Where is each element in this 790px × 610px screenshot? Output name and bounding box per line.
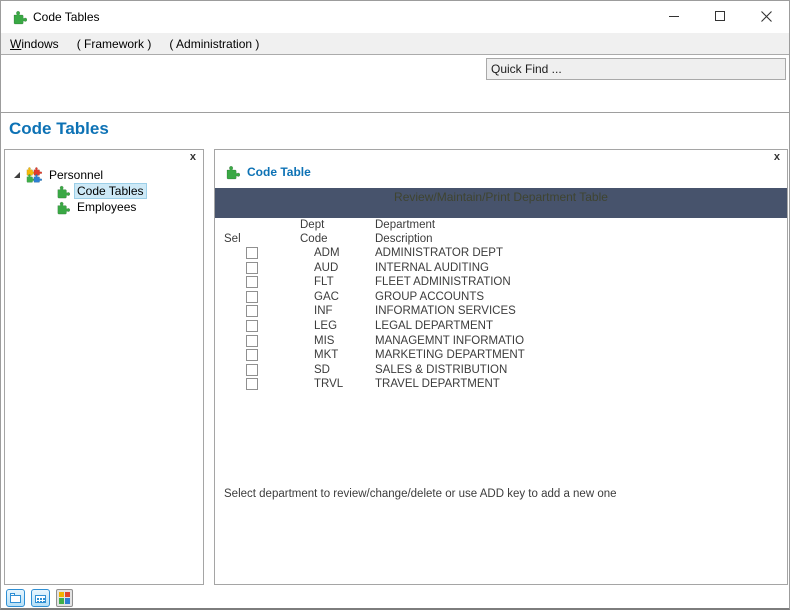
- instruction-text: Select department to review/change/delet…: [224, 488, 617, 500]
- row-checkbox[interactable]: [246, 378, 258, 390]
- column-header-dept: Dept: [300, 219, 324, 232]
- row-checkbox[interactable]: [246, 335, 258, 347]
- panel-close-icon[interactable]: x: [774, 151, 780, 164]
- dept-description: SALES & DISTRIBUTION: [375, 363, 507, 378]
- row-checkbox[interactable]: [246, 247, 258, 259]
- form-dots-glyph: [37, 598, 39, 600]
- window-preview-icon[interactable]: [6, 589, 25, 607]
- tree-node-label: Employees: [74, 199, 139, 215]
- tree-node-label: Personnel: [46, 167, 106, 183]
- menu-windows[interactable]: Windows: [10, 37, 59, 51]
- window-controls: [651, 1, 789, 31]
- dept-code: LEG: [314, 319, 337, 334]
- puzzle-icon: [55, 200, 70, 215]
- menu-administration[interactable]: ( Administration ): [169, 37, 259, 51]
- minimize-icon: [669, 16, 679, 17]
- row-checkbox[interactable]: [246, 320, 258, 332]
- table-row[interactable]: AUD INTERNAL AUDITING: [215, 261, 787, 276]
- color-quadrant: [65, 598, 70, 604]
- status-bar: [1, 586, 789, 609]
- dept-code: SD: [314, 363, 330, 378]
- column-header-sel: Sel: [224, 233, 241, 246]
- app-window: Code Tables Windows ( Framework ) ( Admi…: [0, 0, 790, 610]
- dept-description: MANAGEMNT INFORMATIO: [375, 334, 524, 349]
- dept-description: GROUP ACCOUNTS: [375, 290, 484, 305]
- dept-code: FLT: [314, 275, 334, 290]
- row-checkbox[interactable]: [246, 364, 258, 376]
- navigation-tree: Personnel Code Tables Employees: [5, 167, 203, 215]
- dept-description: MARKETING DEPARTMENT: [375, 348, 525, 363]
- panel-header: Code Table: [224, 164, 311, 180]
- navigation-tree-panel: x Personnel Code Tables: [4, 149, 204, 585]
- dept-description: FLEET ADMINISTRATION: [375, 275, 511, 290]
- window-title: Code Tables: [33, 10, 100, 24]
- colored-window-icon[interactable]: [56, 589, 73, 607]
- dept-code: MIS: [314, 334, 334, 349]
- close-button[interactable]: [743, 1, 789, 31]
- table-row[interactable]: ADM ADMINISTRATOR DEPT: [215, 246, 787, 261]
- column-header-code: Code: [300, 233, 328, 246]
- tree-node-personnel[interactable]: Personnel: [5, 167, 203, 183]
- dept-description: INFORMATION SERVICES: [375, 304, 516, 319]
- row-checkbox[interactable]: [246, 291, 258, 303]
- expander-icon[interactable]: [14, 172, 20, 178]
- dept-description: TRAVEL DEPARTMENT: [375, 377, 500, 392]
- row-checkbox[interactable]: [246, 262, 258, 274]
- close-icon: [761, 11, 772, 22]
- tree-node-code-tables[interactable]: Code Tables: [5, 183, 203, 199]
- tree-panel-close-icon[interactable]: x: [190, 151, 196, 164]
- form-fields-icon[interactable]: [31, 589, 50, 607]
- color-quadrant: [59, 598, 64, 604]
- dept-code: INF: [314, 304, 333, 319]
- row-checkbox[interactable]: [246, 349, 258, 361]
- tree-node-employees[interactable]: Employees: [5, 199, 203, 215]
- page-title: Code Tables: [9, 119, 109, 139]
- panel-title: Code Table: [247, 165, 311, 179]
- quick-find-input[interactable]: [486, 58, 786, 80]
- column-header-department: Department: [375, 219, 435, 232]
- maximize-icon: [715, 11, 725, 21]
- table-row[interactable]: MKT MARKETING DEPARTMENT: [215, 348, 787, 363]
- screen-title-banner: Review/Maintain/Print Department Table: [215, 188, 787, 218]
- dept-description: INTERNAL AUDITING: [375, 261, 489, 276]
- color-quadrant: [65, 592, 70, 598]
- row-checkbox[interactable]: [246, 305, 258, 317]
- dept-code: AUD: [314, 261, 338, 276]
- maximize-button[interactable]: [697, 1, 743, 31]
- row-checkbox[interactable]: [246, 276, 258, 288]
- dept-description: ADMINISTRATOR DEPT: [375, 246, 503, 261]
- table-row[interactable]: SD SALES & DISTRIBUTION: [215, 363, 787, 378]
- menu-bar: Windows ( Framework ) ( Administration ): [1, 33, 789, 55]
- app-icon: [11, 9, 27, 25]
- toolbar: [1, 56, 789, 113]
- dept-code: TRVL: [314, 377, 343, 392]
- dept-description: LEGAL DEPARTMENT: [375, 319, 493, 334]
- table-row[interactable]: FLT FLEET ADMINISTRATION: [215, 275, 787, 290]
- table-row[interactable]: INF INFORMATION SERVICES: [215, 304, 787, 319]
- dept-code: GAC: [314, 290, 339, 305]
- color-quadrant: [59, 592, 64, 598]
- department-table: ADM ADMINISTRATOR DEPT AUD INTERNAL AUDI…: [215, 246, 787, 392]
- tree-node-label: Code Tables: [74, 183, 147, 199]
- title-bar: Code Tables: [1, 1, 789, 33]
- window-pane-glyph: [10, 595, 21, 603]
- table-row[interactable]: GAC GROUP ACCOUNTS: [215, 290, 787, 305]
- minimize-button[interactable]: [651, 1, 697, 31]
- puzzle-icon: [55, 184, 70, 199]
- folder-puzzle-multicolor-icon: [26, 167, 42, 183]
- table-row[interactable]: MIS MANAGEMNT INFORMATIO: [215, 334, 787, 349]
- puzzle-icon: [224, 164, 240, 180]
- column-header-description: Description: [375, 233, 433, 246]
- table-row[interactable]: LEG LEGAL DEPARTMENT: [215, 319, 787, 334]
- code-table-panel: x Code Table Review/Maintain/Print Depar…: [214, 149, 788, 585]
- table-row[interactable]: TRVL TRAVEL DEPARTMENT: [215, 377, 787, 392]
- dept-code: ADM: [314, 246, 340, 261]
- menu-framework[interactable]: ( Framework ): [77, 37, 152, 51]
- dept-code: MKT: [314, 348, 338, 363]
